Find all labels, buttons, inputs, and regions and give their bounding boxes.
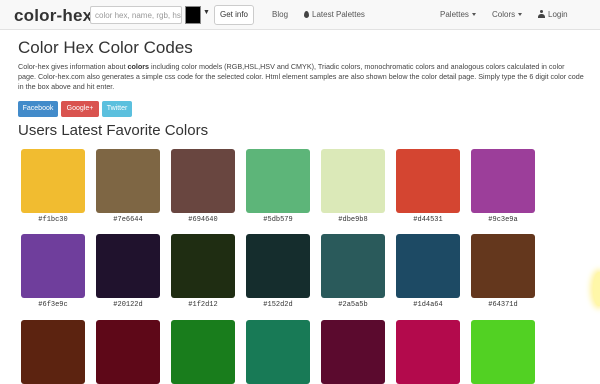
favorites-heading: Users Latest Favorite Colors [18,122,209,139]
color-card[interactable] [321,320,385,384]
page-title: Color Hex Color Codes [18,38,193,57]
color-swatch[interactable] [396,320,460,384]
nav-login[interactable]: Login [538,10,568,19]
nav-palettes-label: Palettes [440,10,469,19]
color-card[interactable]: #152d2d [246,234,310,309]
desc-bold: colors [127,62,150,71]
color-card[interactable]: #5db579 [246,149,310,224]
color-hex-label[interactable]: #694640 [171,216,235,224]
color-card[interactable]: #9c3e9a [471,149,535,224]
color-swatch[interactable] [471,234,535,298]
nav-palettes-dropdown[interactable]: Palettes [440,10,476,19]
page-description: Color-hex gives information about colors… [18,62,584,92]
caret-down-icon [518,13,523,16]
nav-latest-palettes-label: Latest Palettes [312,10,365,19]
color-swatch[interactable] [96,234,160,298]
color-swatch[interactable] [471,149,535,213]
nav-blog[interactable]: Blog [272,10,288,19]
nav-login-label: Login [548,10,568,19]
color-card[interactable]: #694640 [171,149,235,224]
cursor-highlight [593,272,600,306]
color-hex-label[interactable]: #9c3e9a [471,216,535,224]
color-hex-label[interactable]: #5db579 [246,216,310,224]
color-swatch[interactable] [396,149,460,213]
color-hex-label[interactable]: #7e6644 [96,216,160,224]
color-card[interactable] [21,320,85,384]
color-card[interactable]: #7e6644 [96,149,160,224]
color-card[interactable]: #dbe9b8 [321,149,385,224]
color-hex-label[interactable]: #1d4a64 [396,301,460,309]
color-hex-label[interactable]: #2a5a5b [321,301,385,309]
facebook-share-button[interactable]: Facebook [18,101,58,117]
color-swatch[interactable] [96,149,160,213]
nav-latest-palettes[interactable]: Latest Palettes [304,10,365,19]
color-card[interactable]: #d44531 [396,149,460,224]
color-swatch[interactable] [96,320,160,384]
color-swatch[interactable] [246,320,310,384]
color-card[interactable]: #1f2d12 [171,234,235,309]
color-card[interactable] [246,320,310,384]
color-hex-label[interactable]: #f1bc30 [21,216,85,224]
desc-text: Color-hex gives information about [18,62,128,71]
nav-colors-dropdown[interactable]: Colors [492,10,523,19]
color-swatch[interactable] [321,234,385,298]
color-hex-label[interactable]: #dbe9b8 [321,216,385,224]
color-swatch[interactable] [471,320,535,384]
twitter-share-button[interactable]: Twitter [102,101,132,117]
color-swatch[interactable] [21,320,85,384]
color-card[interactable]: #6f3e9c [21,234,85,309]
color-card[interactable]: #64371d [471,234,535,309]
color-hex-label[interactable]: #20122d [96,301,160,309]
color-card[interactable] [396,320,460,384]
navbar: color-hex color hex, name, rgb, hsl ▼ Ge… [0,0,600,30]
caret-down-icon [471,13,476,16]
color-hex-label[interactable]: #64371d [471,301,535,309]
color-card[interactable]: #1d4a64 [396,234,460,309]
search-input[interactable]: color hex, name, rgb, hsl [90,6,182,24]
color-swatch[interactable] [321,320,385,384]
color-card[interactable]: #20122d [96,234,160,309]
color-swatch[interactable] [171,320,235,384]
color-swatch[interactable] [171,149,235,213]
color-swatch[interactable] [321,149,385,213]
color-swatch[interactable] [171,234,235,298]
color-swatch[interactable] [21,234,85,298]
color-card[interactable]: #f1bc30 [21,149,85,224]
color-card[interactable]: #2a5a5b [321,234,385,309]
color-hex-label[interactable]: #6f3e9c [21,301,85,309]
color-hex-label[interactable]: #1f2d12 [171,301,235,309]
nav-colors-label: Colors [492,10,516,19]
brand-logo[interactable]: color-hex [14,6,92,26]
color-hex-label[interactable]: #d44531 [396,216,460,224]
user-icon [538,10,545,18]
tint-icon [304,11,309,18]
color-swatch[interactable] [21,149,85,213]
get-info-button[interactable]: Get info [214,5,254,25]
color-hex-label[interactable]: #152d2d [246,301,310,309]
color-picker-swatch[interactable] [185,6,201,24]
color-card[interactable] [471,320,535,384]
chevron-down-icon[interactable]: ▼ [203,9,210,16]
color-card[interactable] [171,320,235,384]
nav-blog-label: Blog [272,10,289,19]
color-swatch[interactable] [396,234,460,298]
color-swatch[interactable] [246,149,310,213]
color-card[interactable] [96,320,160,384]
google-share-button[interactable]: Google+ [61,101,99,117]
color-swatch[interactable] [246,234,310,298]
